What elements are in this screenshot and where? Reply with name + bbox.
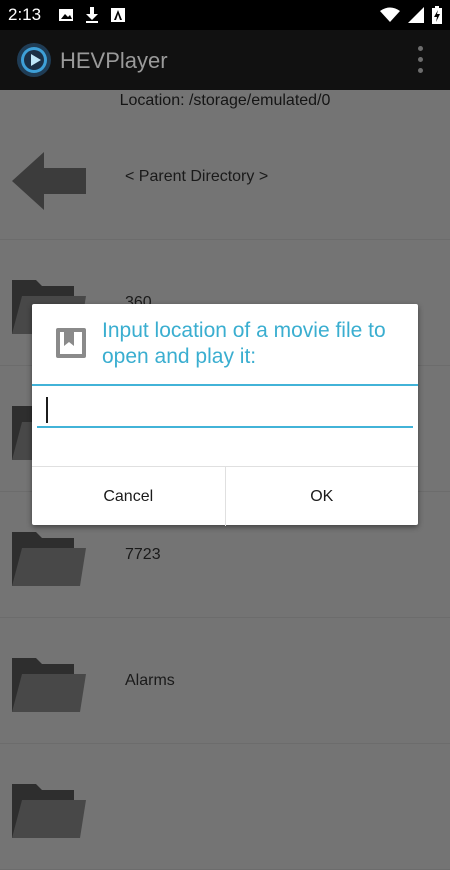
- overflow-menu-icon[interactable]: [410, 44, 430, 76]
- list-item-label: Alarms: [125, 672, 175, 689]
- system-icons: [380, 6, 442, 29]
- back-arrow-icon: [10, 150, 88, 212]
- notification-icons: [58, 6, 126, 29]
- list-item[interactable]: Alarms: [0, 618, 450, 744]
- app-bar: HEVPlayer: [0, 30, 450, 90]
- ok-button[interactable]: OK: [224, 467, 419, 526]
- list-item-parent-directory[interactable]: < Parent Directory >: [0, 114, 450, 240]
- dialog-title: Input location of a movie file to open a…: [102, 319, 386, 368]
- movie-location-input[interactable]: [37, 392, 413, 428]
- signal-icon: [408, 7, 424, 28]
- status-bar: 2:13: [0, 0, 450, 30]
- location-path: Location: /storage/emulated/0: [119, 92, 331, 109]
- wifi-icon: [380, 7, 400, 28]
- download-icon: [84, 6, 100, 29]
- a-box-icon: [110, 7, 126, 28]
- list-item[interactable]: [0, 744, 450, 870]
- dialog-divider: [32, 384, 418, 386]
- list-item-label: 7723: [125, 546, 161, 563]
- folder-icon: [10, 654, 88, 716]
- text-caret: [46, 397, 48, 423]
- cancel-button[interactable]: Cancel: [32, 467, 225, 526]
- status-time: 2:13: [8, 5, 42, 24]
- open-location-dialog: Input location of a movie file to open a…: [32, 304, 418, 526]
- folder-icon: [10, 780, 88, 842]
- folder-icon: [10, 528, 88, 590]
- hevplayer-logo-icon: [16, 42, 52, 78]
- list-item-label: < Parent Directory >: [125, 168, 269, 185]
- dialog-button-bar: Cancel OK: [32, 466, 418, 526]
- image-icon: [58, 7, 74, 28]
- bookmark-icon: [54, 326, 88, 360]
- battery-icon: [432, 6, 442, 29]
- app-title: HEVPlayer: [60, 48, 168, 73]
